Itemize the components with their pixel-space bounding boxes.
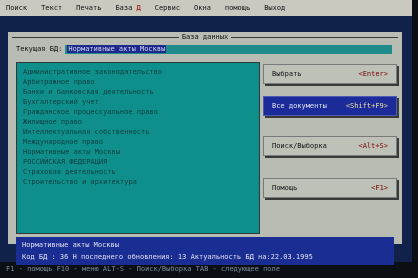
list-item[interactable]: Интеллектуальная собственность: [23, 127, 149, 137]
menu-windows[interactable]: Окна: [194, 4, 211, 12]
status-db-info: Код БД : 36 Н последнего обновления: 13 …: [22, 253, 313, 261]
help-button[interactable]: Помощь <F1>: [263, 178, 397, 198]
menu-database-label: База: [115, 4, 133, 12]
list-item[interactable]: Нормативные акты Москвы: [23, 147, 120, 157]
list-item[interactable]: Строительство и архитектура: [23, 177, 137, 187]
hint-bar: F1 - помощь F10 - меню ALT-S - Поиск/Выб…: [6, 265, 280, 273]
search-filter-button-key: <Alt+S>: [358, 142, 388, 150]
menu-database[interactable]: База Д: [115, 4, 140, 12]
dos-screen: Поиск Текст Печать База Д Сервис Окна по…: [0, 0, 412, 273]
all-documents-button-key: <Shift+F9>: [345, 102, 388, 110]
database-window: База данных Текущая БД: Нормативные акты…: [8, 32, 402, 265]
select-button[interactable]: Выбрать <Enter>: [263, 64, 397, 84]
status-db-name: Нормативные акты Москвы: [22, 241, 119, 249]
list-item[interactable]: Бухгалтерский учет: [23, 97, 99, 107]
list-item[interactable]: Административное законодательство: [23, 67, 162, 77]
help-button-label: Помощь: [272, 184, 298, 192]
menu-service[interactable]: Сервис: [155, 4, 180, 12]
window-title: База данных: [8, 32, 402, 42]
current-db-value: Нормативные акты Москвы: [67, 44, 167, 53]
search-filter-button[interactable]: Поиск/Выборка <Alt+S>: [263, 136, 397, 156]
menu-database-hotkey: Д: [136, 4, 141, 12]
select-button-label: Выбрать: [272, 70, 302, 78]
menu-text[interactable]: Текст: [41, 4, 62, 12]
status-box: Нормативные акты Москвы Код БД : 36 Н по…: [16, 237, 394, 265]
list-item[interactable]: Жилищное право: [23, 117, 82, 127]
select-button-key: <Enter>: [358, 70, 388, 78]
database-list[interactable]: Административное законодательство Арбитр…: [16, 62, 260, 234]
all-documents-button-label: Все документы: [272, 102, 327, 110]
window-title-text: База данных: [178, 33, 232, 41]
menu-help[interactable]: помощь: [225, 4, 250, 12]
search-filter-button-label: Поиск/Выборка: [272, 142, 327, 150]
all-documents-button[interactable]: Все документы <Shift+F9>: [263, 96, 397, 116]
list-item[interactable]: РОССИЙСКАЯ ФЕДЕРАЦИЯ: [23, 157, 107, 167]
help-button-key: <F1>: [371, 184, 388, 192]
list-item[interactable]: Арбитражное право: [23, 77, 95, 87]
list-item[interactable]: Международное право: [23, 137, 103, 147]
current-db-field[interactable]: Нормативные акты Москвы: [65, 44, 392, 54]
menu-bar: Поиск Текст Печать База Д Сервис Окна по…: [0, 0, 412, 16]
list-item[interactable]: Страховая деятельность: [23, 167, 116, 177]
current-db-row: Текущая БД: Нормативные акты Москвы: [16, 44, 392, 54]
menu-exit[interactable]: Выход: [264, 4, 285, 12]
current-db-label: Текущая БД:: [16, 45, 63, 53]
list-item[interactable]: Банки и банковская деятельность: [23, 87, 154, 97]
menu-search[interactable]: Поиск: [6, 4, 27, 12]
list-item[interactable]: Гражданское процессуальное право: [23, 107, 158, 117]
menu-print[interactable]: Печать: [76, 4, 101, 12]
